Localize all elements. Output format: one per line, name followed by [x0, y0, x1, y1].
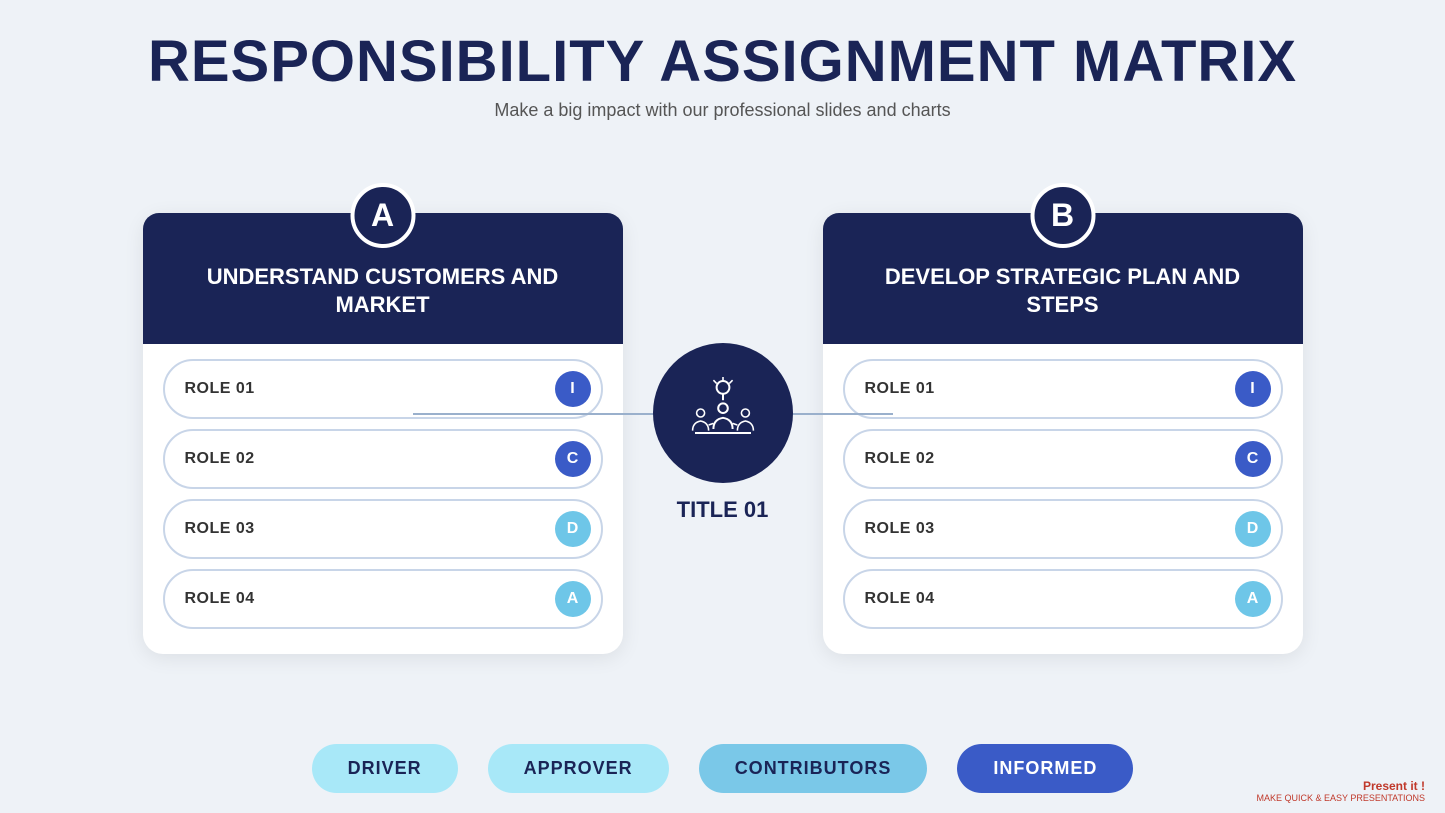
role-label: ROLE 02 — [865, 450, 935, 468]
footer-badge[interactable]: APPROVER — [488, 744, 669, 793]
footer-badge[interactable]: DRIVER — [312, 744, 458, 793]
team-icon — [683, 373, 763, 453]
card-a-letter-badge: A — [350, 183, 415, 248]
list-item: ROLE 01 I — [163, 359, 603, 419]
list-item: ROLE 04 A — [163, 569, 603, 629]
role-badge: D — [1235, 511, 1271, 547]
list-item: ROLE 01 I — [843, 359, 1283, 419]
page: RESPONSIBILITY ASSIGNMENT MATRIX Make a … — [0, 0, 1445, 813]
logo: Present it ! MAKE QUICK & EASY PRESENTAT… — [1256, 779, 1425, 803]
card-a-roles: ROLE 01 I ROLE 02 C ROLE 03 D ROLE 04 A — [143, 344, 623, 634]
logo-line2: MAKE QUICK & EASY PRESENTATIONS — [1256, 793, 1425, 803]
role-label: ROLE 03 — [185, 520, 255, 538]
list-item: ROLE 03 D — [163, 499, 603, 559]
role-badge: D — [555, 511, 591, 547]
list-item: ROLE 03 D — [843, 499, 1283, 559]
role-label: ROLE 01 — [865, 380, 935, 398]
card-b-title: DEVELOP STRATEGIC PLAN AND STEPS — [853, 263, 1273, 320]
role-badge: I — [555, 371, 591, 407]
role-label: ROLE 03 — [865, 520, 935, 538]
main-title: RESPONSIBILITY ASSIGNMENT MATRIX — [148, 30, 1297, 94]
role-label: ROLE 02 — [185, 450, 255, 468]
role-badge: C — [555, 441, 591, 477]
list-item: ROLE 02 C — [163, 429, 603, 489]
card-b-letter-badge: B — [1030, 183, 1095, 248]
card-a-title: UNDERSTAND CUSTOMERS AND MARKET — [173, 263, 593, 320]
role-badge: C — [1235, 441, 1271, 477]
role-badge: A — [555, 581, 591, 617]
center-title: TITLE 01 — [677, 497, 769, 523]
main-content: A UNDERSTAND CUSTOMERS AND MARKET ROLE 0… — [60, 141, 1385, 726]
role-label: ROLE 04 — [185, 590, 255, 608]
card-b-roles: ROLE 01 I ROLE 02 C ROLE 03 D ROLE 04 A — [823, 344, 1303, 634]
role-label: ROLE 01 — [185, 380, 255, 398]
list-item: ROLE 04 A — [843, 569, 1283, 629]
subtitle: Make a big impact with our professional … — [148, 100, 1297, 121]
role-badge: A — [1235, 581, 1271, 617]
card-a: A UNDERSTAND CUSTOMERS AND MARKET ROLE 0… — [143, 213, 623, 654]
header: RESPONSIBILITY ASSIGNMENT MATRIX Make a … — [148, 30, 1297, 121]
footer-badge[interactable]: CONTRIBUTORS — [699, 744, 928, 793]
footer: DRIVER APPROVER CONTRIBUTORS INFORMED — [60, 744, 1385, 793]
logo-line1: Present it ! — [1256, 779, 1425, 793]
card-b: B DEVELOP STRATEGIC PLAN AND STEPS ROLE … — [823, 213, 1303, 654]
role-badge: I — [1235, 371, 1271, 407]
list-item: ROLE 02 C — [843, 429, 1283, 489]
footer-badge[interactable]: INFORMED — [957, 744, 1133, 793]
center-area: TITLE 01 — [623, 343, 823, 523]
role-label: ROLE 04 — [865, 590, 935, 608]
center-circle — [653, 343, 793, 483]
